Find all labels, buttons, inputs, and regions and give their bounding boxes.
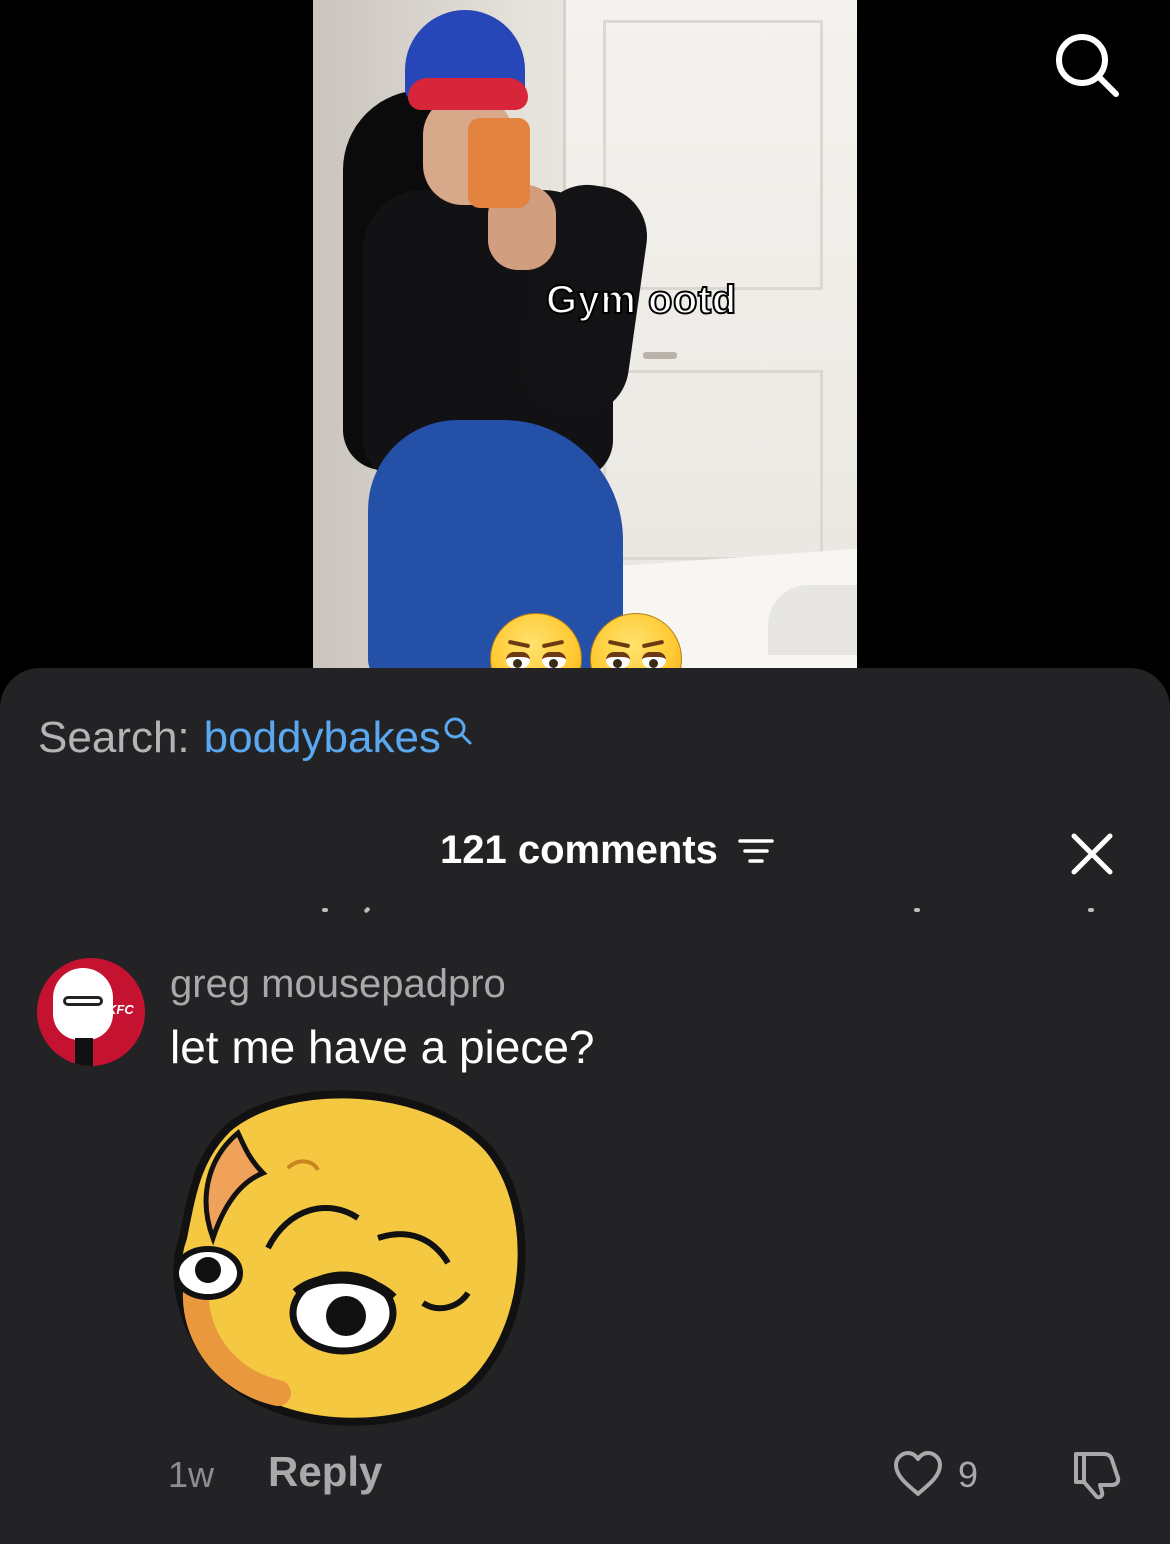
search-suggestion-prefix: Search:	[38, 713, 190, 762]
filter-icon[interactable]	[738, 836, 774, 866]
comments-sheet: Search: boddybakes 121 comments KFC greg…	[0, 668, 1170, 1544]
like-button[interactable]	[892, 1450, 944, 1498]
avatar-logo-text: KFC	[107, 1002, 134, 1017]
dislike-button[interactable]	[1070, 1448, 1126, 1500]
like-count: 9	[958, 1454, 979, 1495]
video-caption: Gym ootd	[545, 277, 737, 323]
heart-icon	[894, 1451, 942, 1496]
comment-text: let me have a piece?	[170, 1021, 595, 1073]
search-button[interactable]	[1052, 30, 1122, 100]
comment-meta-row: 1w Reply 9	[0, 1448, 1170, 1508]
comment-timestamp: 1w	[168, 1454, 215, 1495]
comment-item: KFC greg mousepadpro let me have a piece…	[0, 956, 1170, 1544]
comments-count: 121 comments	[440, 828, 718, 872]
search-suggestion-term[interactable]: boddybakes	[204, 713, 441, 763]
avatar[interactable]: KFC	[37, 958, 145, 1066]
phone	[468, 118, 530, 208]
search-icon	[444, 717, 472, 745]
close-icon	[1071, 833, 1113, 875]
video-player[interactable]: Gym ootd	[0, 0, 1170, 705]
close-button[interactable]	[1066, 828, 1118, 880]
search-suggestion[interactable]: Search: boddybakes	[38, 713, 473, 763]
search-icon	[1056, 34, 1119, 97]
previous-comment-peek	[0, 906, 1170, 920]
comment-username[interactable]: greg mousepadpro	[170, 962, 506, 1007]
video-frame[interactable]	[313, 0, 857, 668]
reply-button[interactable]: Reply	[268, 1448, 382, 1496]
comments-header: 121 comments	[0, 828, 1170, 888]
thumbs-down-icon	[1074, 1452, 1121, 1500]
smirking-face-sticker	[168, 1088, 528, 1428]
